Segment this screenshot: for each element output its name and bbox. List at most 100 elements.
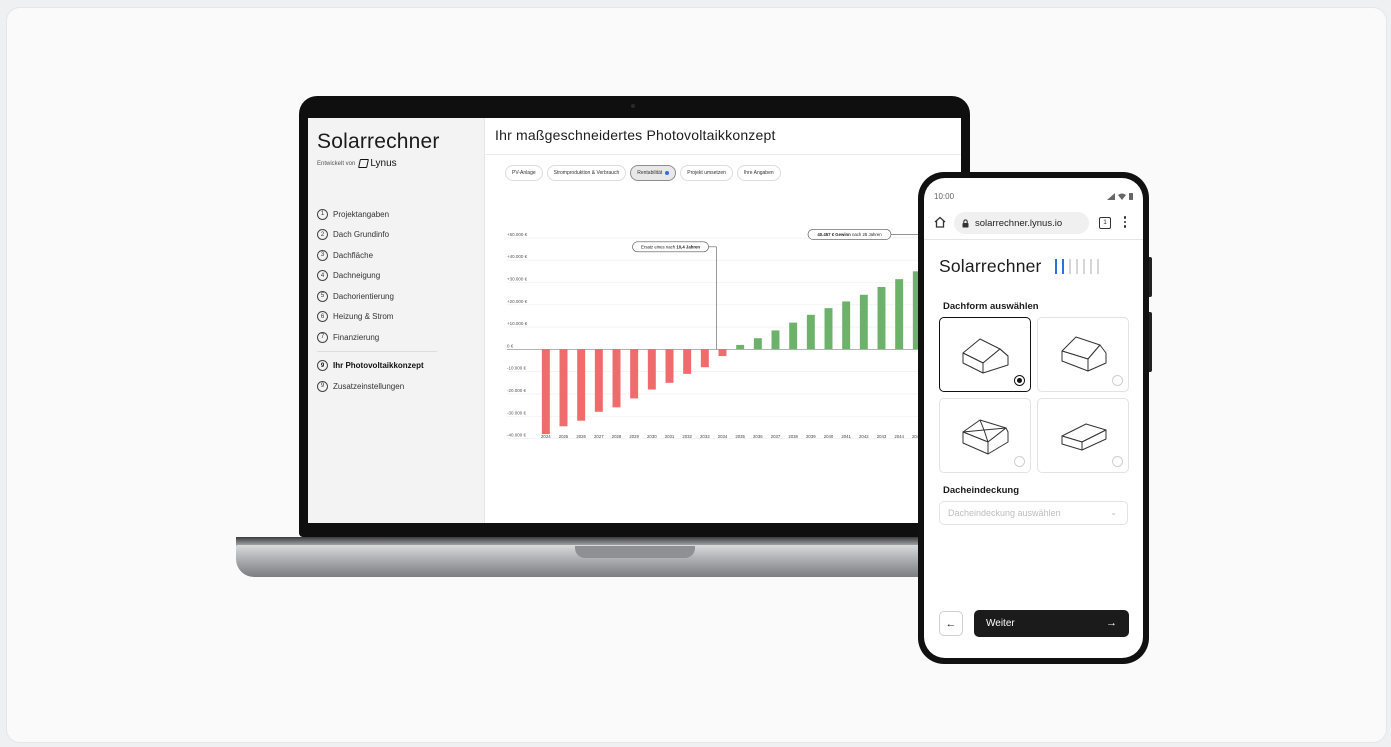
lynus-name: Lynus <box>370 158 397 169</box>
tab-rentabilitaet[interactable]: Rentabilität <box>630 165 677 181</box>
x-tick-label: 2040 <box>824 434 834 439</box>
roof-option-walmdach[interactable] <box>1037 317 1129 392</box>
lock-icon <box>962 218 969 227</box>
tab-bar: PV-Anlage Stromproduktion & Verbrauch Re… <box>505 165 781 181</box>
tab-label: PV-Anlage <box>512 170 536 176</box>
divider <box>485 154 961 155</box>
roof-option-satteldach[interactable] <box>939 317 1031 392</box>
step-number: 9 <box>317 360 328 372</box>
step-label: Dachneigung <box>333 271 381 281</box>
zeltdach-icon <box>962 419 1009 455</box>
tab-label: Ihre Angaben <box>743 170 774 176</box>
step-item[interactable]: 7 Finanzierung <box>317 327 437 348</box>
select-placeholder: Dacheindeckung auswählen <box>948 508 1061 518</box>
profitability-chart: +50.000 € +40.000 € +30.000 € +20.000 € +10.… <box>507 229 961 439</box>
back-button[interactable]: ← <box>939 611 963 636</box>
x-tick-label: 2043 <box>877 434 887 439</box>
chart-bar <box>859 294 868 350</box>
tab-switcher-icon[interactable]: 1 <box>1099 217 1111 229</box>
next-button-label: Weiter <box>986 618 1015 629</box>
radio-unselected[interactable] <box>1014 456 1025 467</box>
y-tick-label: -20.000 € <box>507 388 527 393</box>
y-tick-label: +30.000 € <box>507 277 528 282</box>
chart-bar <box>700 349 709 368</box>
chart-bar <box>594 349 603 412</box>
progress-segment <box>1076 259 1078 274</box>
more-menu-icon[interactable] <box>1123 216 1127 228</box>
progress-segment <box>1055 259 1057 274</box>
progress-indicator <box>1055 259 1099 274</box>
tab-label: Projekt umsetzen <box>687 170 726 176</box>
x-tick-label: 2031 <box>665 434 675 439</box>
step-number: 6 <box>317 311 328 323</box>
walmdach-icon <box>1061 336 1107 372</box>
laptop: Solarrechner Entwickelt von Lynus 1 Proje… <box>299 96 970 537</box>
step-item[interactable]: 2 Dach Grundinfo <box>317 225 437 246</box>
radio-selected[interactable] <box>1014 375 1025 386</box>
next-button[interactable]: Weiter → <box>974 610 1129 637</box>
tab-pv-anlage[interactable]: PV-Anlage <box>505 165 543 181</box>
step-item-active[interactable]: 9 Ihr Photovoltaikkonzept <box>317 356 437 377</box>
tab-projekt-umsetzen[interactable]: Projekt umsetzen <box>680 165 733 181</box>
chevron-down-icon: ⌄ <box>1110 508 1117 517</box>
tab-stromproduktion[interactable]: Stromproduktion & Verbrauch <box>546 165 627 181</box>
step-item[interactable]: 4 Dachneigung <box>317 266 437 287</box>
y-tick-label: 0 € <box>507 343 514 348</box>
step-label: Zusatzeinstellungen <box>333 381 405 391</box>
step-item[interactable]: 9 Zusatzeinstellungen <box>317 376 437 397</box>
step-item[interactable]: 3 Dachfläche <box>317 245 437 266</box>
pultdach-icon <box>1061 423 1107 451</box>
chart-bar <box>736 344 745 350</box>
chart-bar <box>665 349 674 383</box>
x-tick-label: 2029 <box>629 434 639 439</box>
phone-side-button <box>1149 312 1152 372</box>
x-tick-label: 2030 <box>647 434 657 439</box>
address-bar[interactable]: solarrechner.lynus.io <box>954 212 1089 234</box>
developed-by-label: Entwickelt von <box>317 160 356 167</box>
step-label: Projektangaben <box>333 209 390 219</box>
camera <box>631 104 635 108</box>
roof-option-pultdach[interactable] <box>1037 398 1129 473</box>
y-tick-label: +20.000 € <box>507 299 528 304</box>
home-icon[interactable] <box>933 215 947 229</box>
x-tick-label: 2034 <box>718 434 728 439</box>
phone: 10:00 solarrechner.lynus.io 1 Solarrechn… <box>918 172 1152 664</box>
roof-option-zeltdach[interactable] <box>939 398 1031 473</box>
radio-unselected[interactable] <box>1112 375 1123 386</box>
tab-ihre-angaben[interactable]: Ihre Angaben <box>736 165 781 181</box>
step-item[interactable]: 1 Projektangaben <box>317 204 437 225</box>
roof-covering-select[interactable]: Dacheindeckung auswählen ⌄ <box>939 501 1128 525</box>
x-tick-label: 2032 <box>682 434 692 439</box>
status-icons <box>1107 192 1133 201</box>
battery-icon <box>1129 193 1133 200</box>
step-divider <box>317 350 437 352</box>
lynus-mark-icon <box>358 159 370 168</box>
chart-bar <box>612 349 621 408</box>
profit-label: 40.457 € Gewinn nach 25 Jahren <box>817 232 882 237</box>
arrow-left-icon: ← <box>945 617 957 630</box>
chart-bar <box>877 286 886 350</box>
x-tick-label: 2038 <box>788 434 798 439</box>
y-tick-label: -40.000 € <box>507 433 527 438</box>
chart-bar <box>630 349 639 399</box>
status-time: 10:00 <box>934 192 955 201</box>
wifi-icon <box>1118 193 1126 200</box>
y-tick-label: -10.000 € <box>507 366 527 371</box>
url-text: solarrechner.lynus.io <box>975 217 1063 229</box>
step-item[interactable]: 5 Dachorientierung <box>317 286 437 307</box>
tab-label: Rentabilität <box>637 170 663 176</box>
progress-segment <box>1097 259 1099 274</box>
phone-screen: 10:00 solarrechner.lynus.io 1 Solarrechn… <box>924 178 1143 658</box>
radio-unselected[interactable] <box>1112 456 1123 467</box>
main-panel: Ihr maßgeschneidertes Photovoltaikkonzep… <box>485 118 961 523</box>
signal-icon <box>1107 193 1115 200</box>
progress-segment <box>1062 259 1064 274</box>
chart-bar <box>718 349 727 357</box>
step-item[interactable]: 6 Heizung & Strom <box>317 307 437 328</box>
tab-label: Stromproduktion & Verbrauch <box>553 170 620 176</box>
page-title: Ihr maßgeschneidertes Photovoltaikkonzep… <box>495 127 776 143</box>
laptop-screen: Solarrechner Entwickelt von Lynus 1 Proje… <box>308 118 961 523</box>
x-tick-label: 2035 <box>735 434 745 439</box>
step-label: Finanzierung <box>333 332 380 342</box>
lynus-logo: Lynus <box>358 158 397 169</box>
